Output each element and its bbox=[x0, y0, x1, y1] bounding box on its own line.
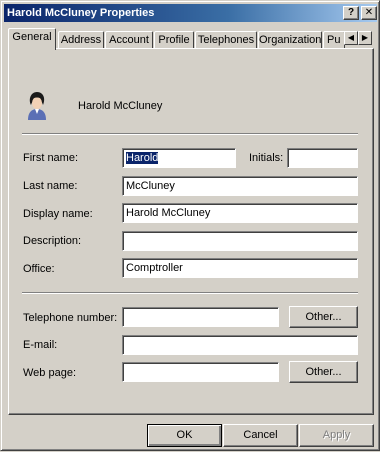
web-page-other-button[interactable]: Other... bbox=[289, 361, 358, 383]
properties-dialog: Harold McCluney Properties ? ✕ General A… bbox=[0, 0, 380, 451]
display-name-field[interactable]: Harold McCluney bbox=[122, 203, 358, 223]
button-label: Other... bbox=[305, 366, 342, 378]
first-name-field[interactable]: Harold bbox=[122, 148, 236, 168]
cancel-button[interactable]: Cancel bbox=[223, 424, 298, 447]
display-name-label: Display name: bbox=[23, 208, 93, 220]
separator bbox=[22, 133, 358, 135]
office-label: Office: bbox=[23, 263, 55, 275]
separator bbox=[22, 292, 358, 294]
email-field[interactable] bbox=[122, 335, 358, 355]
description-field[interactable] bbox=[122, 231, 358, 251]
initials-label: Initials: bbox=[249, 152, 284, 164]
apply-button[interactable]: Apply bbox=[299, 424, 374, 447]
button-label: Other... bbox=[305, 311, 342, 323]
description-label: Description: bbox=[23, 235, 82, 247]
telephone-field[interactable] bbox=[122, 307, 279, 327]
button-label: OK bbox=[176, 429, 193, 441]
button-label: Apply bbox=[322, 429, 351, 441]
ok-button[interactable]: OK bbox=[147, 424, 222, 447]
button-label: Cancel bbox=[243, 429, 278, 441]
user-display-name: Harold McCluney bbox=[78, 100, 163, 112]
telephone-label: Telephone number: bbox=[23, 312, 118, 324]
first-name-label: First name: bbox=[23, 152, 79, 164]
office-field[interactable]: Comptroller bbox=[122, 258, 358, 278]
first-name-value: Harold bbox=[126, 152, 159, 164]
initials-field[interactable] bbox=[287, 148, 358, 168]
office-value: Comptroller bbox=[126, 262, 183, 274]
last-name-field[interactable]: McCluney bbox=[122, 176, 358, 196]
last-name-label: Last name: bbox=[23, 180, 78, 192]
last-name-value: McCluney bbox=[126, 180, 175, 192]
web-page-label: Web page: bbox=[23, 367, 77, 379]
user-icon bbox=[28, 92, 46, 120]
email-label: E-mail: bbox=[23, 339, 58, 351]
telephone-other-button[interactable]: Other... bbox=[289, 306, 358, 328]
web-page-field[interactable] bbox=[122, 362, 279, 382]
display-name-value: Harold McCluney bbox=[126, 207, 211, 219]
